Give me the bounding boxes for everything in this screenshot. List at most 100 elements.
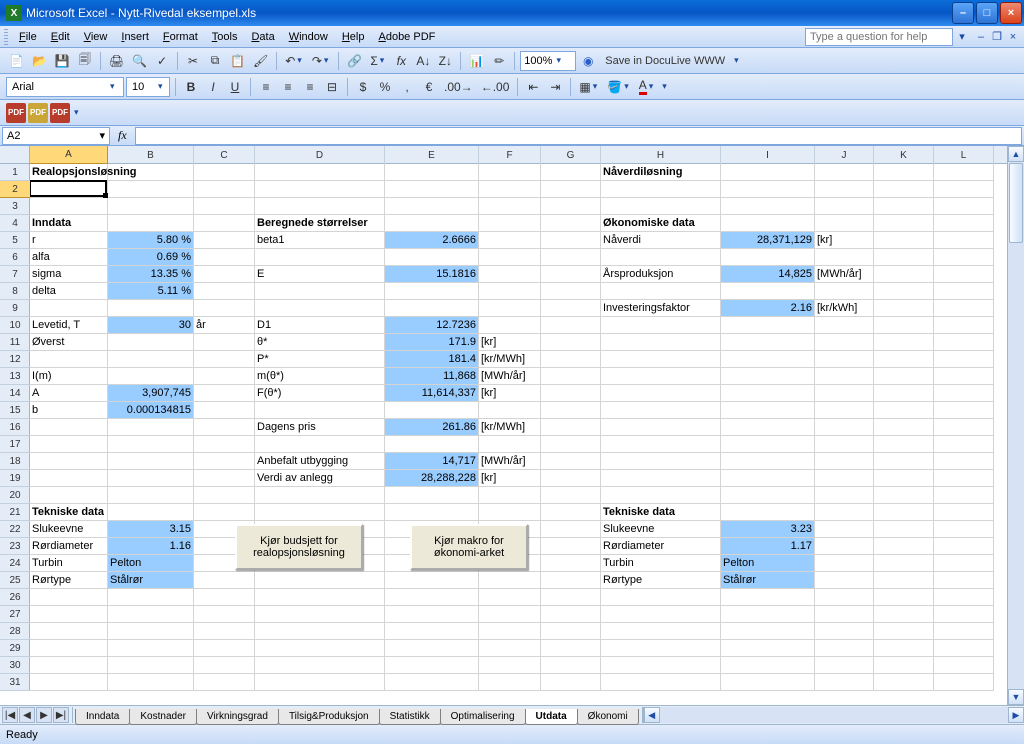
cell-J5[interactable]: [kr]	[815, 232, 874, 249]
cell-I6[interactable]	[721, 249, 815, 266]
row-header-31[interactable]: 31	[0, 674, 30, 691]
cell-F13[interactable]: [MWh/år]	[479, 368, 541, 385]
scroll-up-icon[interactable]: ▲	[1008, 146, 1024, 162]
cell-K10[interactable]	[874, 317, 934, 334]
row-header-18[interactable]: 18	[0, 453, 30, 470]
cell-A7[interactable]: sigma	[30, 266, 108, 283]
cell-D3[interactable]	[255, 198, 385, 215]
cell-B8[interactable]: 5.11 %	[108, 283, 194, 300]
cell-L25[interactable]	[934, 572, 994, 589]
row-header-20[interactable]: 20	[0, 487, 30, 504]
cell-D17[interactable]	[255, 436, 385, 453]
column-header-G[interactable]: G	[541, 146, 601, 164]
cell-B20[interactable]	[108, 487, 194, 504]
cell-B4[interactable]	[108, 215, 194, 232]
tab-first-icon[interactable]: |◀	[2, 707, 18, 723]
cell-H25[interactable]: Rørtype	[601, 572, 721, 589]
cell-J12[interactable]	[815, 351, 874, 368]
cell-F29[interactable]	[479, 640, 541, 657]
cell-I13[interactable]	[721, 368, 815, 385]
cell-K16[interactable]	[874, 419, 934, 436]
cell-L13[interactable]	[934, 368, 994, 385]
cell-B7[interactable]: 13.35 %	[108, 266, 194, 283]
cell-H3[interactable]	[601, 198, 721, 215]
cell-C7[interactable]	[194, 266, 255, 283]
cell-J15[interactable]	[815, 402, 874, 419]
cell-A1[interactable]: Realopsjonsløsning	[30, 164, 108, 181]
cell-I15[interactable]	[721, 402, 815, 419]
cell-G19[interactable]	[541, 470, 601, 487]
cell-I23[interactable]: 1.17	[721, 538, 815, 555]
cell-D13[interactable]: m(θ*)	[255, 368, 385, 385]
fx-icon[interactable]: fx	[118, 128, 127, 143]
cell-L18[interactable]	[934, 453, 994, 470]
cell-C25[interactable]	[194, 572, 255, 589]
cell-H28[interactable]	[601, 623, 721, 640]
align-right-icon[interactable]: ≡	[300, 77, 320, 97]
cell-J22[interactable]	[815, 521, 874, 538]
cell-F18[interactable]: [MWh/år]	[479, 453, 541, 470]
cell-B23[interactable]: 1.16	[108, 538, 194, 555]
cell-A18[interactable]	[30, 453, 108, 470]
cell-K13[interactable]	[874, 368, 934, 385]
align-center-icon[interactable]: ≡	[278, 77, 298, 97]
cell-E21[interactable]	[385, 504, 479, 521]
cell-A30[interactable]	[30, 657, 108, 674]
cell-E13[interactable]: 11,868	[385, 368, 479, 385]
cell-A13[interactable]: I(m)	[30, 368, 108, 385]
cell-D29[interactable]	[255, 640, 385, 657]
cell-K27[interactable]	[874, 606, 934, 623]
menu-tools[interactable]: Tools	[205, 29, 245, 45]
formula-bar[interactable]	[135, 127, 1022, 145]
cell-E18[interactable]: 14,717	[385, 453, 479, 470]
cell-K14[interactable]	[874, 385, 934, 402]
cell-B29[interactable]	[108, 640, 194, 657]
cell-G2[interactable]	[541, 181, 601, 198]
menu-help[interactable]: Help	[335, 29, 372, 45]
cell-G26[interactable]	[541, 589, 601, 606]
cell-D30[interactable]	[255, 657, 385, 674]
cell-K9[interactable]	[874, 300, 934, 317]
tab-last-icon[interactable]: ▶|	[53, 707, 69, 723]
cell-F26[interactable]	[479, 589, 541, 606]
cell-J23[interactable]	[815, 538, 874, 555]
cell-E25[interactable]	[385, 572, 479, 589]
cell-E15[interactable]	[385, 402, 479, 419]
column-header-A[interactable]: A	[30, 146, 108, 164]
cell-A3[interactable]	[30, 198, 108, 215]
cell-F7[interactable]	[479, 266, 541, 283]
cell-H16[interactable]	[601, 419, 721, 436]
row-header-17[interactable]: 17	[0, 436, 30, 453]
cell-G20[interactable]	[541, 487, 601, 504]
cell-A21[interactable]: Tekniske data	[30, 504, 108, 521]
cell-C11[interactable]	[194, 334, 255, 351]
cell-I22[interactable]: 3.23	[721, 521, 815, 538]
cell-F16[interactable]: [kr/MWh]	[479, 419, 541, 436]
cell-A24[interactable]: Turbin	[30, 555, 108, 572]
cell-H18[interactable]	[601, 453, 721, 470]
cell-B13[interactable]	[108, 368, 194, 385]
macro-button[interactable]: Kjør budsjett for realopsjonsløsning	[235, 524, 363, 570]
redo-icon[interactable]: ↷▾	[309, 51, 334, 71]
cell-J16[interactable]	[815, 419, 874, 436]
row-header-23[interactable]: 23	[0, 538, 30, 555]
cell-K3[interactable]	[874, 198, 934, 215]
cell-J8[interactable]	[815, 283, 874, 300]
cell-H8[interactable]	[601, 283, 721, 300]
cell-H1[interactable]: Nåverdiløsning	[601, 164, 721, 181]
cell-E19[interactable]: 28,288,228	[385, 470, 479, 487]
cell-H27[interactable]	[601, 606, 721, 623]
save-in-doculive-button[interactable]: Save in DocuLive WWW	[600, 54, 730, 68]
cell-I29[interactable]	[721, 640, 815, 657]
cell-F2[interactable]	[479, 181, 541, 198]
cell-E26[interactable]	[385, 589, 479, 606]
sheet-tab-virkningsgrad[interactable]: Virkningsgrad	[196, 709, 279, 725]
cell-K23[interactable]	[874, 538, 934, 555]
cell-D9[interactable]	[255, 300, 385, 317]
cell-D2[interactable]	[255, 181, 385, 198]
sheet-tab-statistikk[interactable]: Statistikk	[379, 709, 441, 725]
cell-J29[interactable]	[815, 640, 874, 657]
row-header-30[interactable]: 30	[0, 657, 30, 674]
horizontal-scrollbar[interactable]: ◀ ▶	[642, 707, 1024, 723]
cell-H14[interactable]	[601, 385, 721, 402]
